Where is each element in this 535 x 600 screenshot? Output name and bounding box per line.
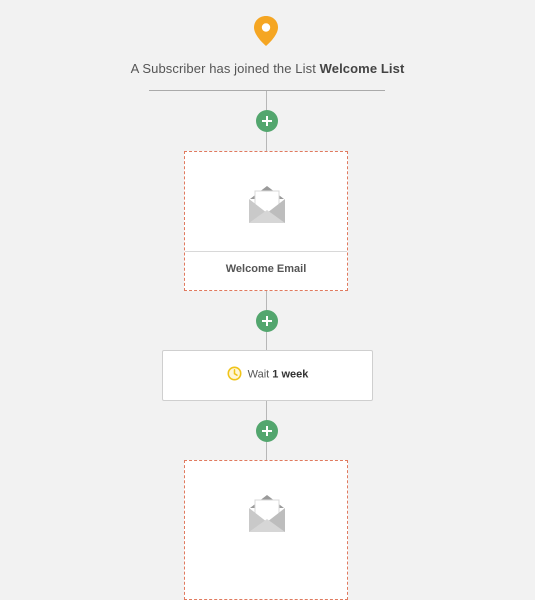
wait-prefix: Wait (247, 368, 270, 381)
map-pin-icon (253, 15, 279, 47)
trigger-description: A Subscriber has joined the List Welcome… (0, 61, 535, 76)
wait-duration: 1 week (272, 368, 309, 381)
trigger-prefix: A Subscriber has joined the List (130, 61, 316, 76)
wait-step-card[interactable]: Wait 1 week (162, 350, 373, 401)
card-divider (185, 251, 347, 252)
email-step-card[interactable]: Welcome Email (184, 151, 348, 291)
add-step-button[interactable] (256, 310, 278, 332)
add-step-button[interactable] (256, 110, 278, 132)
trigger-list-name[interactable]: Welcome List (320, 61, 405, 76)
trigger-divider (149, 90, 385, 91)
email-step-card[interactable] (184, 460, 348, 600)
add-step-button[interactable] (256, 420, 278, 442)
wait-step-content: Wait 1 week (163, 366, 372, 381)
envelope-icon (248, 186, 286, 224)
clock-icon (227, 366, 242, 381)
envelope-icon (248, 495, 286, 533)
email-step-label: Welcome Email (225, 263, 307, 275)
